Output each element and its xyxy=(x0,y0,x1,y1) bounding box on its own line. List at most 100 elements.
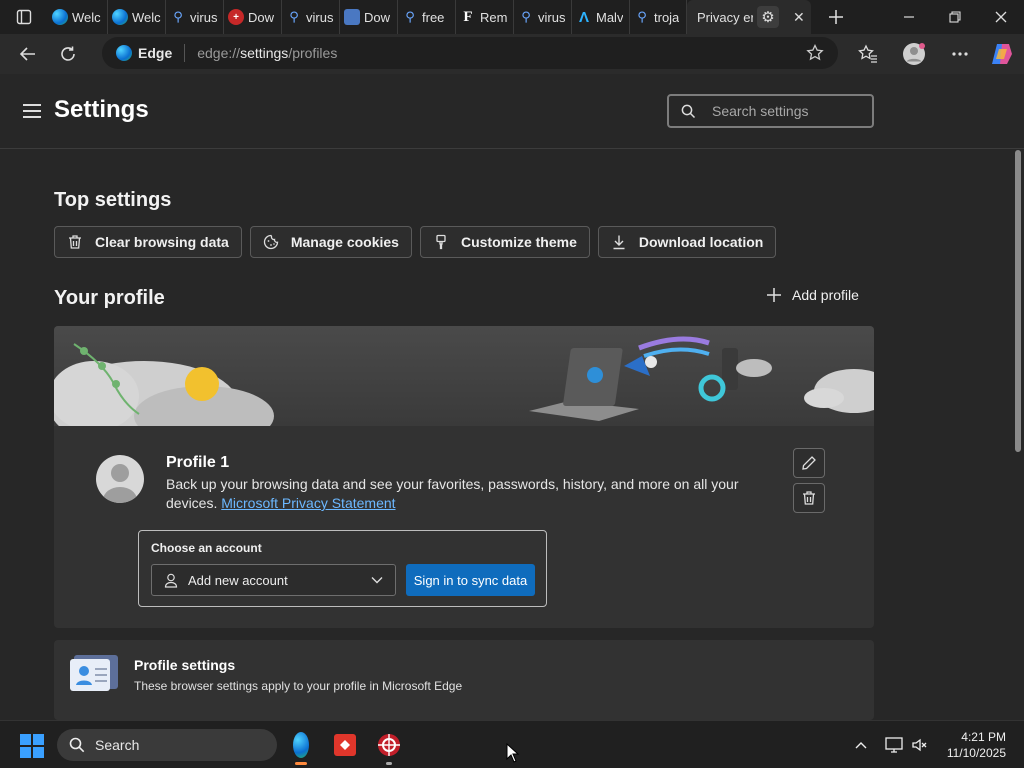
tab-label: Dow xyxy=(364,9,391,25)
restore-button[interactable] xyxy=(932,0,978,34)
tab-8[interactable]: F Rem xyxy=(456,0,514,34)
red-app-icon xyxy=(334,734,356,756)
tab-actions-button[interactable] xyxy=(0,0,48,34)
profile-banner-illustration xyxy=(54,326,874,426)
tab-3[interactable]: ⚲ virus xyxy=(166,0,224,34)
close-tab-icon[interactable]: ✕ xyxy=(793,9,805,26)
tab-5[interactable]: ⚲ virus xyxy=(282,0,340,34)
add-profile-button[interactable]: Add profile xyxy=(766,287,859,303)
trash-icon xyxy=(69,235,81,249)
star-icon xyxy=(806,43,824,61)
tab-10[interactable]: Λ Malv xyxy=(572,0,630,34)
running-indicator xyxy=(386,762,392,765)
delete-profile-button[interactable] xyxy=(793,483,825,513)
tray-overflow-button[interactable] xyxy=(850,721,872,768)
tab-label: Welc xyxy=(132,9,161,25)
edit-profile-button[interactable] xyxy=(793,448,825,478)
taskbar-app-3[interactable] xyxy=(373,729,405,765)
tab-label: virus xyxy=(190,9,218,25)
tab-label: Rem xyxy=(480,9,508,25)
profile-settings-description: These browser settings apply to your pro… xyxy=(134,679,463,693)
search-icon: ⚲ xyxy=(521,9,531,24)
profile-settings-card[interactable]: Profile settings These browser settings … xyxy=(54,640,874,720)
settings-icon: ⚙ xyxy=(757,6,779,28)
clear-browsing-data-button[interactable]: Clear browsing data xyxy=(54,226,242,258)
search-settings-input[interactable]: Search settings xyxy=(667,94,874,128)
tab-1[interactable]: Welc xyxy=(48,0,108,34)
tab-strip: Welc Welc ⚲ virus + Dow ⚲ virus Dow ⚲ free F Rem ⚲ vir… xyxy=(0,0,1024,34)
taskbar-edge-app[interactable] xyxy=(285,729,317,765)
mouse-cursor-icon xyxy=(506,743,520,763)
search-icon: ⚲ xyxy=(173,9,183,24)
choose-account-label: Choose an account xyxy=(151,541,262,555)
chevron-up-icon xyxy=(855,742,867,749)
trash-icon xyxy=(803,491,815,505)
minimize-icon xyxy=(904,16,914,18)
download-location-button[interactable]: Download location xyxy=(597,226,777,258)
minimize-button[interactable] xyxy=(886,0,932,34)
taskbar-app-2[interactable] xyxy=(329,729,361,761)
more-menu-button[interactable] xyxy=(940,34,980,74)
tab-9[interactable]: ⚲ virus xyxy=(514,0,572,34)
tab-label: Dow xyxy=(248,9,275,25)
speaker-muted-icon xyxy=(912,738,927,752)
new-tab-button[interactable] xyxy=(817,0,855,34)
monitor-network-icon xyxy=(885,737,903,753)
close-window-button[interactable] xyxy=(978,0,1024,34)
tab-12[interactable]: Privacy er ⚙ ✕ xyxy=(687,0,811,34)
sign-in-sync-button[interactable]: Sign in to sync data xyxy=(406,564,535,596)
copilot-button[interactable] xyxy=(982,34,1022,74)
search-icon: ⚲ xyxy=(637,9,647,24)
copilot-icon xyxy=(992,44,1012,64)
tab-7[interactable]: ⚲ free xyxy=(398,0,456,34)
tab-actions-icon xyxy=(16,9,32,25)
privacy-statement-link[interactable]: Microsoft Privacy Statement xyxy=(221,495,395,511)
tab-2[interactable]: Welc xyxy=(108,0,166,34)
avatar xyxy=(96,455,144,503)
customize-theme-button[interactable]: Customize theme xyxy=(419,226,590,258)
a-logo-icon: Λ xyxy=(578,8,589,26)
volume-button[interactable] xyxy=(910,721,930,768)
start-button[interactable] xyxy=(20,734,44,758)
profile-settings-title: Profile settings xyxy=(134,657,236,673)
search-placeholder: Search settings xyxy=(712,103,809,119)
refresh-button[interactable] xyxy=(48,34,88,74)
url-host: settings xyxy=(240,45,289,61)
edge-icon xyxy=(52,9,68,25)
address-bar[interactable]: Edge edge://settings/profiles xyxy=(102,37,838,69)
tab-6[interactable]: Dow xyxy=(340,0,398,34)
menu-button[interactable] xyxy=(23,104,41,118)
clock-time: 4:21 PM xyxy=(961,730,1006,744)
tab-label: free xyxy=(422,9,445,25)
favorite-star-button[interactable] xyxy=(806,43,824,65)
tab-4[interactable]: + Dow xyxy=(224,0,282,34)
favorites-button[interactable] xyxy=(848,34,888,74)
taskbar-search-box[interactable]: Search xyxy=(57,729,277,761)
choose-account-panel: Choose an account Add new account Sign i… xyxy=(138,530,547,607)
account-dropdown[interactable]: Add new account xyxy=(151,564,396,596)
profile-button[interactable] xyxy=(894,34,934,74)
download-location-label: Download location xyxy=(638,234,764,250)
back-button[interactable] xyxy=(8,34,48,74)
person-icon xyxy=(164,573,178,588)
network-button[interactable] xyxy=(884,721,904,768)
ellipsis-icon xyxy=(952,52,968,56)
page-scrollbar[interactable] xyxy=(1015,150,1021,452)
system-clock[interactable]: 4:21 PM 11/10/2025 xyxy=(947,729,1006,761)
restore-icon xyxy=(949,11,961,23)
account-dropdown-value: Add new account xyxy=(188,572,288,588)
close-icon xyxy=(995,11,1007,23)
browser-toolbar: Edge edge://settings/profiles xyxy=(0,34,1024,74)
refresh-icon xyxy=(61,46,75,61)
tab-11[interactable]: ⚲ troja xyxy=(630,0,687,34)
url-text: edge://settings/profiles xyxy=(197,45,337,61)
tab-label: virus xyxy=(538,9,566,25)
active-indicator xyxy=(295,762,307,765)
antivirus-icon xyxy=(378,734,400,756)
favorites-icon xyxy=(858,44,877,63)
windows-logo-icon xyxy=(20,734,31,745)
page-title: Settings xyxy=(54,96,149,123)
manage-cookies-button[interactable]: Manage cookies xyxy=(249,226,412,258)
chevron-down-icon xyxy=(371,577,383,584)
browser-label: Edge xyxy=(138,45,173,61)
